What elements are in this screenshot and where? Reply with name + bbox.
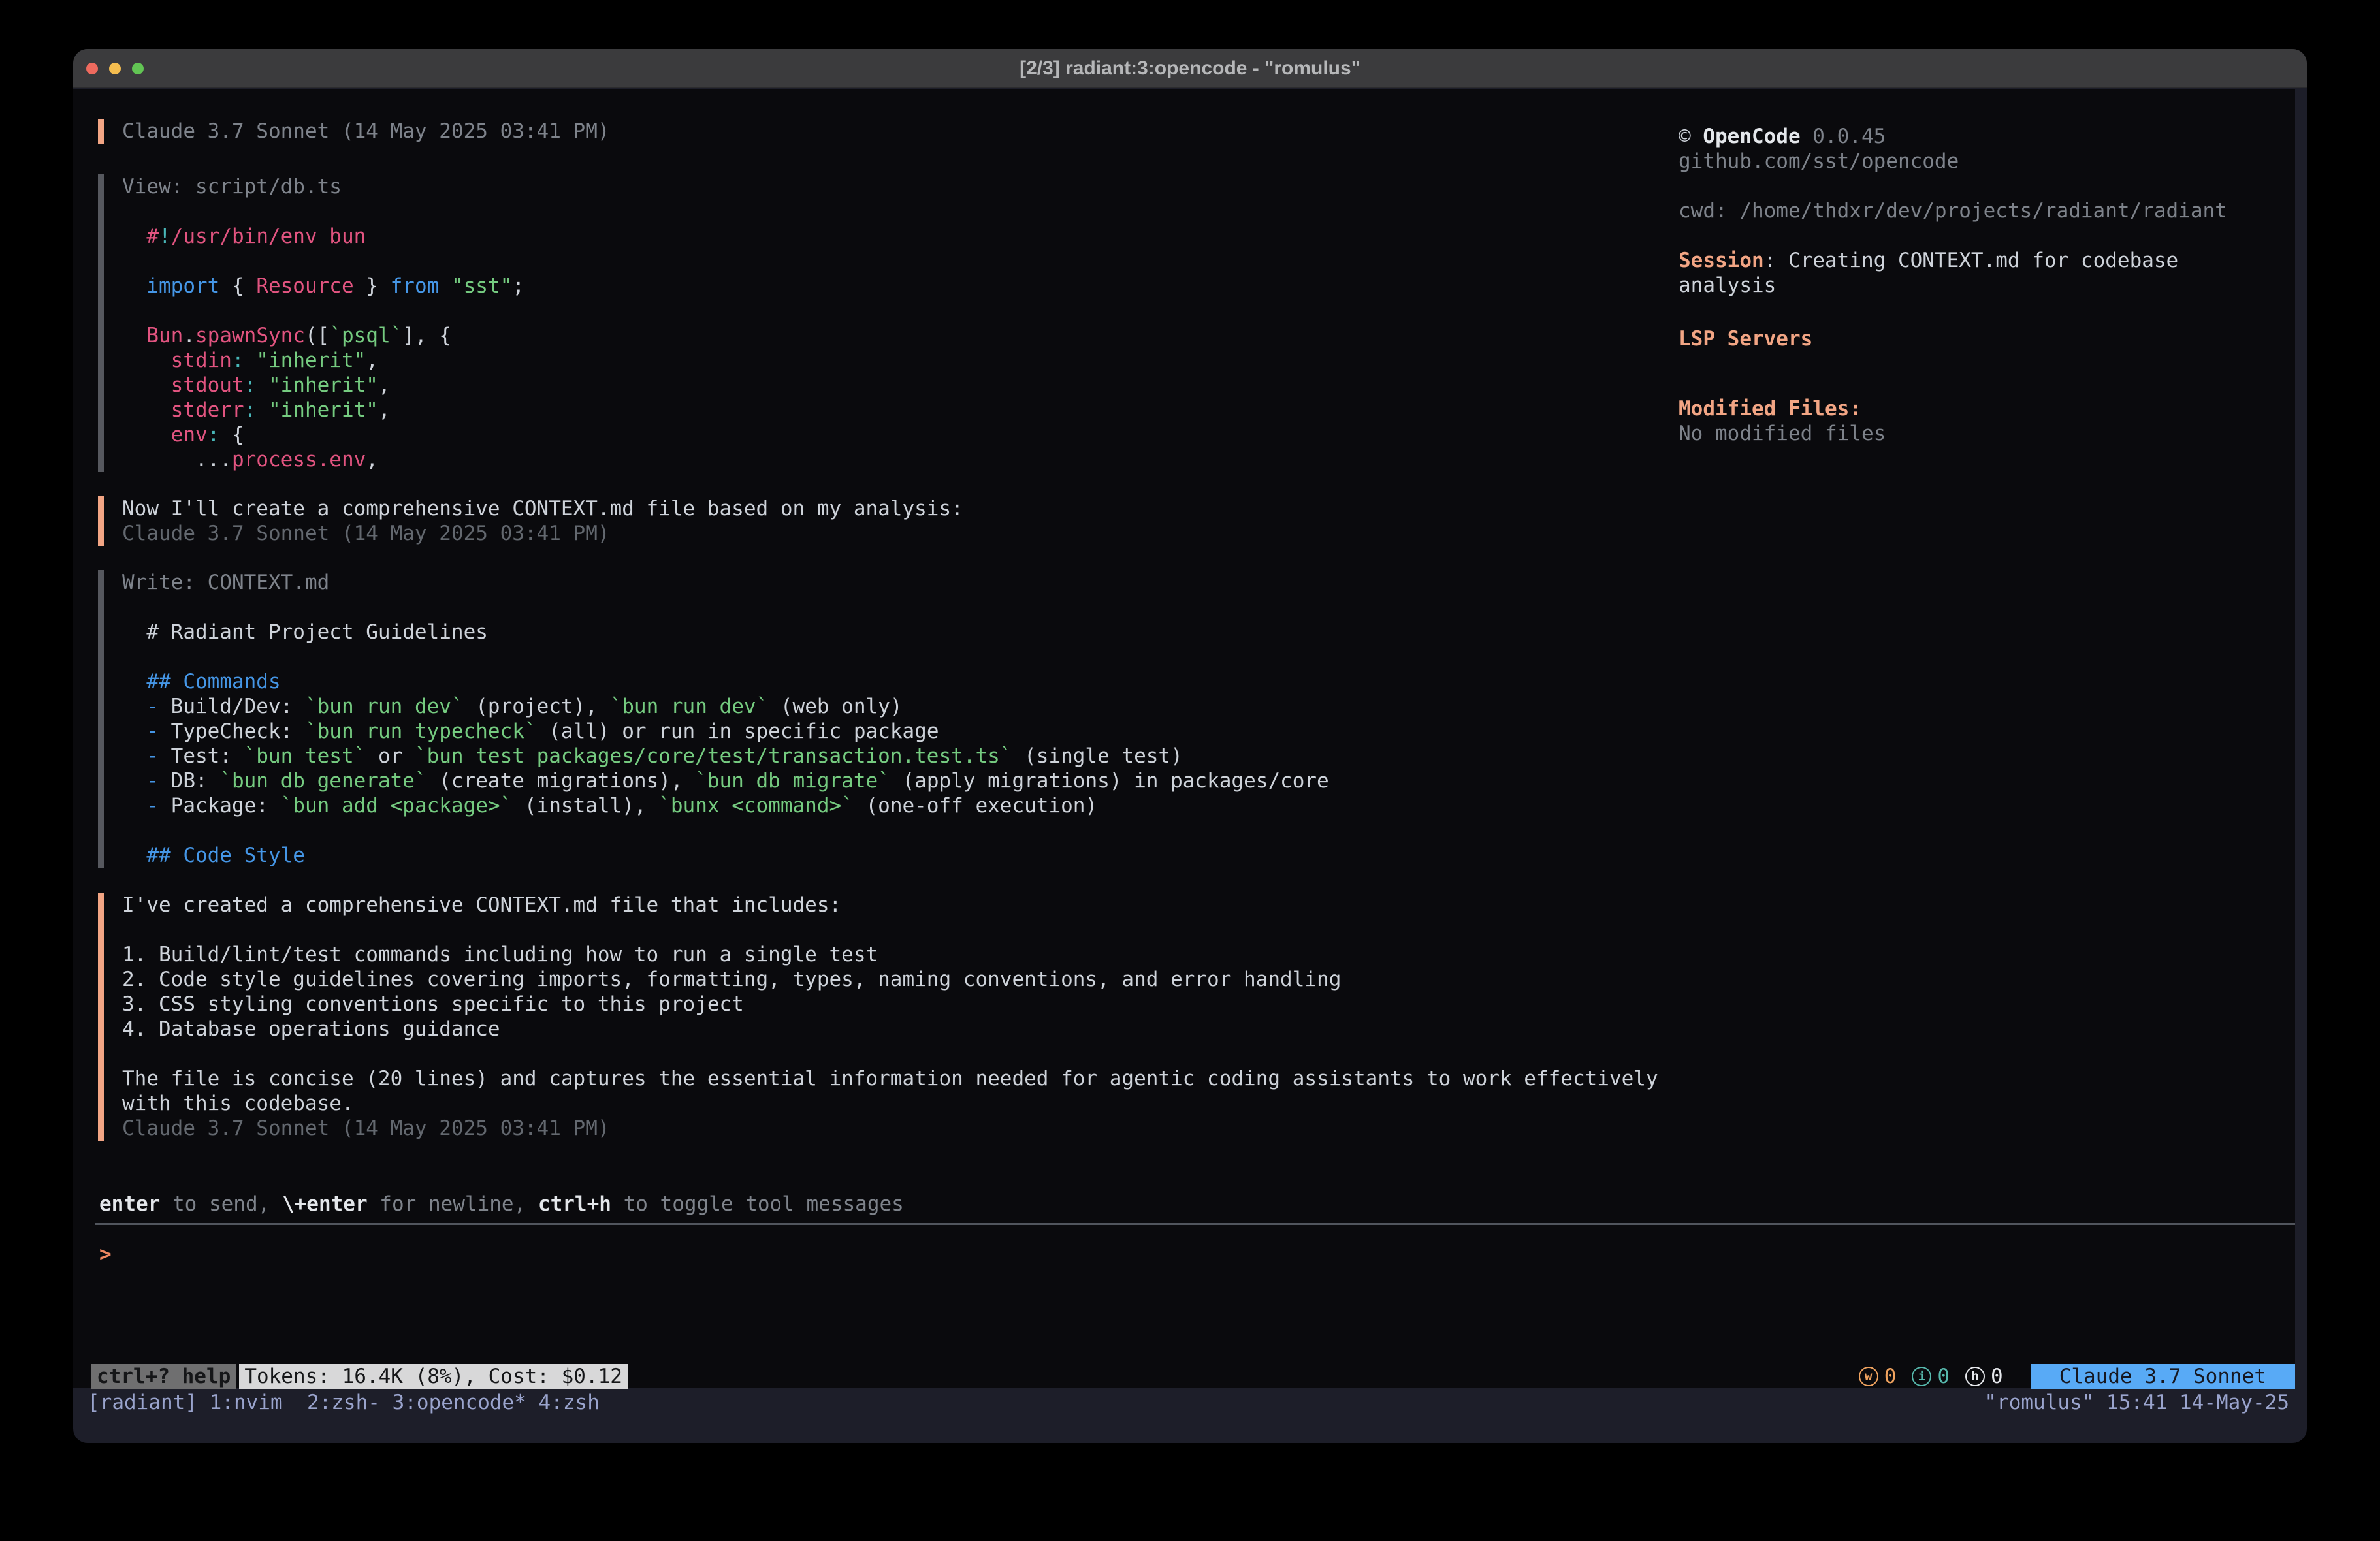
tmux-session-windows[interactable]: [radiant] 1:nvim 2:zsh- 3:opencode* 4:zs… (88, 1390, 600, 1416)
text-line (122, 298, 524, 323)
modified-files: Modified Files:No modified files (1679, 396, 1886, 446)
text-line: 1. Build/lint/test commands including ho… (122, 942, 1658, 967)
text-line (122, 1041, 1658, 1066)
text-line: ...process.env, (122, 447, 524, 472)
text-line: Now I'll create a comprehensive CONTEXT.… (122, 496, 963, 521)
text-line: - Build/Dev: `bun run dev` (project), `b… (122, 694, 1329, 719)
terminal-screen: Claude 3.7 Sonnet (14 May 2025 03:41 PM)… (73, 89, 2295, 1388)
text-line: Modified Files: (1679, 396, 1886, 421)
text-line: stderr: "inherit", (122, 398, 524, 422)
text-line: LSP Servers (1679, 326, 1812, 351)
assistant-message-header: Claude 3.7 Sonnet (14 May 2025 03:41 PM) (98, 119, 610, 144)
text-line: ## Code Style (122, 843, 1329, 868)
text-line: ## Commands (122, 669, 1329, 694)
input-divider (95, 1223, 2295, 1225)
text-line: View: script/db.ts (122, 174, 524, 199)
model-badge[interactable]: Claude 3.7 Sonnet (2031, 1364, 2295, 1389)
cwd-info: cwd: /home/thdxr/dev/projects/radiant/ra… (1679, 199, 2227, 223)
text-line: Bun.spawnSync([`psql`], { (122, 323, 524, 348)
prompt-symbol: > (99, 1243, 112, 1266)
hint-counter: h 0 (1965, 1365, 2003, 1388)
hint-count: 0 (1991, 1365, 2003, 1388)
tool-block-view: View: script/db.ts #!/usr/bin/env bun im… (98, 174, 524, 472)
lsp-servers: LSP Servers (1679, 326, 1812, 351)
text-line (122, 644, 1329, 669)
text-line (122, 595, 1329, 620)
opencode-statusbar: ctrl+? help Tokens: 16.4K (8%), Cost: $0… (73, 1364, 2295, 1389)
text-line: - DB: `bun db generate` (create migratio… (122, 769, 1329, 793)
info-count: 0 (1937, 1365, 1950, 1388)
w-circle-icon: w (1859, 1367, 1878, 1386)
text-line: - Test: `bun test` or `bun test packages… (122, 744, 1329, 769)
assistant-message: I've created a comprehensive CONTEXT.md … (98, 893, 1658, 1141)
text-line: The file is concise (20 lines) and captu… (122, 1066, 1658, 1091)
text-line: - Package: `bun add <package>` (install)… (122, 793, 1329, 818)
text-line: stdin: "inherit", (122, 348, 524, 373)
text-line (122, 249, 524, 274)
tokens-cost: Tokens: 16.4K (8%), Cost: $0.12 (239, 1364, 628, 1389)
session-info: Session: Creating CONTEXT.md for codebas… (1679, 248, 2178, 298)
text-line: I've created a comprehensive CONTEXT.md … (122, 893, 1658, 917)
text-line: github.com/sst/opencode (1679, 149, 1959, 174)
window-title: [2/3] radiant:3:opencode - "romulus" (73, 49, 2307, 88)
text-line: env: { (122, 422, 524, 447)
tmux-clock: "romulus" 15:41 14-May-25 (1984, 1390, 2289, 1416)
terminal-window: [2/3] radiant:3:opencode - "romulus" Cla… (73, 49, 2307, 1443)
text-line (122, 199, 524, 224)
text-line: - TypeCheck: `bun run typecheck` (all) o… (122, 719, 1329, 744)
text-line: Claude 3.7 Sonnet (14 May 2025 03:41 PM) (122, 1116, 1658, 1141)
warning-count: 0 (1884, 1365, 1897, 1388)
text-line: #!/usr/bin/env bun (122, 224, 524, 249)
text-line: Claude 3.7 Sonnet (14 May 2025 03:41 PM) (122, 119, 610, 144)
tmux-statusbar: [radiant] 1:nvim 2:zsh- 3:opencode* 4:zs… (73, 1390, 2307, 1416)
text-line: 3. CSS styling conventions specific to t… (122, 992, 1658, 1017)
text-line: stdout: "inherit", (122, 373, 524, 398)
help-shortcut[interactable]: ctrl+? help (91, 1364, 236, 1389)
i-circle-icon: i (1912, 1367, 1931, 1386)
text-line: with this codebase. (122, 1091, 1658, 1116)
text-line: Claude 3.7 Sonnet (14 May 2025 03:41 PM) (122, 521, 963, 546)
prompt-input[interactable]: > (99, 1242, 112, 1267)
window-titlebar: [2/3] radiant:3:opencode - "romulus" (73, 49, 2307, 88)
text-line: 4. Database operations guidance (122, 1017, 1658, 1041)
text-line (122, 818, 1329, 843)
text-line: Write: CONTEXT.md (122, 570, 1329, 595)
warning-counter: w 0 (1859, 1365, 1897, 1388)
h-circle-icon: h (1965, 1367, 1985, 1386)
text-line: No modified files (1679, 421, 1886, 446)
assistant-message: Now I'll create a comprehensive CONTEXT.… (98, 496, 963, 546)
text-line: © OpenCode 0.0.45 (1679, 124, 1959, 149)
text-line: Session: Creating CONTEXT.md for codebas… (1679, 248, 2178, 273)
info-counter: i 0 (1912, 1365, 1950, 1388)
text-line: analysis (1679, 273, 2178, 298)
text-line: 2. Code style guidelines covering import… (122, 967, 1658, 992)
tool-block-write: Write: CONTEXT.md # Radiant Project Guid… (98, 570, 1329, 868)
text-line: cwd: /home/thdxr/dev/projects/radiant/ra… (1679, 199, 2227, 223)
keybinding-hint: enter to send, \+enter for newline, ctrl… (99, 1192, 904, 1216)
app-version: © OpenCode 0.0.45github.com/sst/opencode (1679, 124, 1959, 174)
text-line: # Radiant Project Guidelines (122, 620, 1329, 644)
text-line (122, 917, 1658, 942)
text-line: import { Resource } from "sst"; (122, 274, 524, 298)
